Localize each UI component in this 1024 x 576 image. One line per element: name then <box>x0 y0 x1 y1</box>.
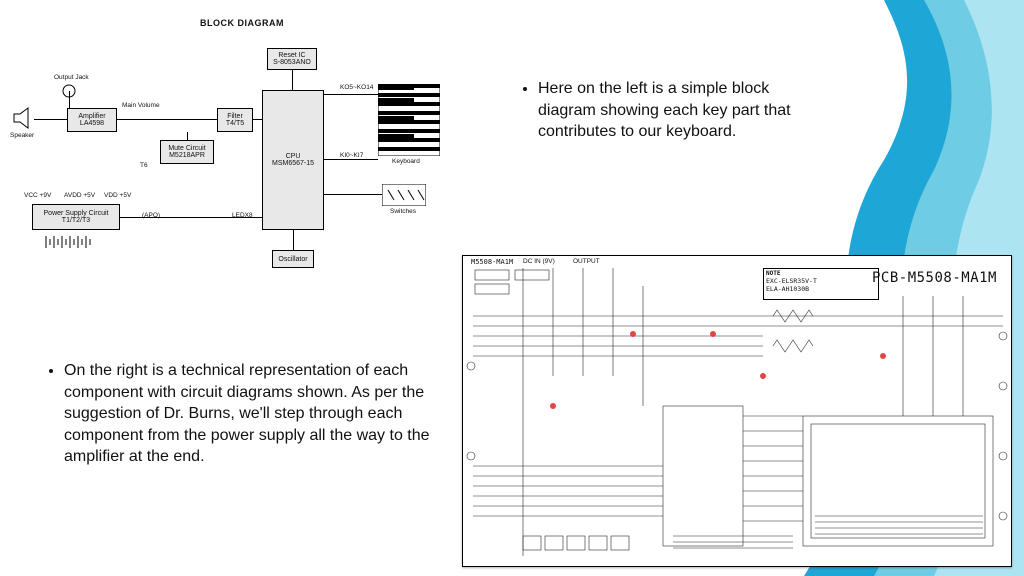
block-mute-l1: Mute Circuit <box>168 145 205 152</box>
block-amplifier-l2: LA4598 <box>80 120 104 127</box>
block-cpu-l1: CPU <box>286 153 301 160</box>
label-switches: Switches <box>390 208 416 215</box>
block-cpu-l2: MSM6567-15 <box>272 160 314 167</box>
block-reset-l1: Reset IC <box>278 52 305 59</box>
block-mute: Mute Circuit M5218APR <box>160 140 214 164</box>
label-ki: KI0~KI7 <box>340 152 363 159</box>
schematic-linework <box>463 256 1011 566</box>
block-osc-l1: Oscillator <box>278 256 307 263</box>
block-amplifier: Amplifier LA4598 <box>67 108 117 132</box>
block-filter-l1: Filter <box>227 113 243 120</box>
label-vcc: VCC +9V <box>24 192 51 199</box>
block-mute-l2: M5218APR <box>169 152 205 159</box>
block-oscillator: Oscillator <box>272 250 314 268</box>
bullet-bottom-left: On the right is a technical representati… <box>46 360 446 468</box>
slide-root: Here on the left is a simple block diagr… <box>0 0 1024 576</box>
block-reset-ic: Reset IC S-8053ANO <box>267 48 317 70</box>
label-t6: T6 <box>140 162 148 169</box>
bullet-top-right: Here on the left is a simple block diagr… <box>520 78 810 143</box>
switches-icon <box>382 184 426 206</box>
schematic: M5508-MA1M DC IN (9V) OUTPUT PCB-M5508-M… <box>462 255 1012 567</box>
block-psu: Power Supply Circuit T1/T2/T3 <box>32 204 120 230</box>
block-reset-l2: S-8053ANO <box>273 59 311 66</box>
block-filter-l2: T4/T5 <box>226 120 244 127</box>
label-main-volume: Main Volume <box>122 102 160 109</box>
label-speaker: Speaker <box>10 132 34 139</box>
block-diagram-title: BLOCK DIAGRAM <box>200 18 284 28</box>
keyboard-icon <box>378 84 440 156</box>
block-amplifier-l1: Amplifier <box>78 113 105 120</box>
speaker-icon <box>10 106 34 130</box>
label-keyboard: Keyboard <box>392 158 420 165</box>
block-filter: Filter T4/T5 <box>217 108 253 132</box>
label-ko: KO5~KO14 <box>340 84 373 91</box>
label-output-jack: Output Jack <box>54 74 89 81</box>
block-diagram: Speaker Output Jack Amplifier LA4598 Mai… <box>22 44 442 324</box>
bullet-text: On the right is a technical representati… <box>64 360 446 468</box>
battery-icon <box>44 234 104 252</box>
block-psu-l1: Power Supply Circuit <box>44 210 109 217</box>
block-cpu: CPU MSM6567-15 <box>262 90 324 230</box>
label-vdd: VDD +5V <box>104 192 131 199</box>
bullet-text: Here on the left is a simple block diagr… <box>538 78 810 143</box>
block-psu-l2: T1/T2/T3 <box>62 217 90 224</box>
label-avdd: AVDD +5V <box>64 192 95 199</box>
